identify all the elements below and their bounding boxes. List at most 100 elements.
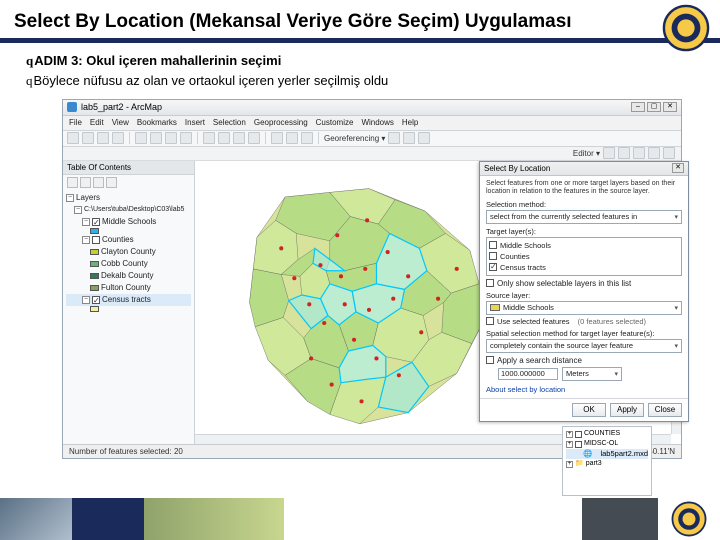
chevron-down-icon: ▾ xyxy=(674,304,678,312)
only-selectable-checkbox[interactable] xyxy=(486,279,494,287)
tool-button[interactable] xyxy=(112,132,124,144)
apply-button[interactable]: Apply xyxy=(610,403,644,417)
layer-counties[interactable]: Counties xyxy=(102,234,134,246)
menu-geoprocessing[interactable]: Geoprocessing xyxy=(254,118,308,127)
tool-button[interactable] xyxy=(180,132,192,144)
tool-button[interactable] xyxy=(248,132,260,144)
tool-button[interactable] xyxy=(663,147,675,159)
tool-button[interactable] xyxy=(271,132,283,144)
close-dialog-button[interactable]: Close xyxy=(648,403,682,417)
search-distance-unit-dropdown[interactable]: Meters▾ xyxy=(562,367,622,381)
editor-dropdown[interactable]: Editor ▾ xyxy=(573,149,600,158)
tool-button[interactable] xyxy=(418,132,430,144)
dialog-description: Select features from one or more target … xyxy=(486,180,682,196)
target-item[interactable]: Counties xyxy=(500,252,530,261)
symbol-swatch[interactable] xyxy=(90,249,99,255)
spatial-method-dropdown[interactable]: completely contain the source layer feat… xyxy=(486,339,682,353)
tool-button[interactable] xyxy=(603,147,615,159)
tool-button[interactable] xyxy=(233,132,245,144)
app-title: lab5_part2 - ArcMap xyxy=(81,102,162,112)
chevron-down-icon: ▾ xyxy=(674,213,678,221)
tool-button[interactable] xyxy=(150,132,162,144)
tool-button[interactable] xyxy=(286,132,298,144)
catalog-item[interactable]: MIDSC-OL xyxy=(584,439,618,449)
help-link[interactable]: About select by location xyxy=(486,385,565,394)
selection-method-label: Selection method: xyxy=(486,200,682,209)
tool-button[interactable] xyxy=(648,147,660,159)
globe-icon: 🌐 xyxy=(583,449,592,459)
catalog-item[interactable]: COUNTIES xyxy=(584,429,620,439)
search-distance-input[interactable]: 1000.000000 xyxy=(498,368,558,380)
expander-icon[interactable]: − xyxy=(74,206,82,214)
dialog-titlebar[interactable]: Select By Location ✕ xyxy=(480,162,688,176)
tool-button[interactable] xyxy=(618,147,630,159)
tool-button[interactable] xyxy=(633,147,645,159)
layer-checkbox[interactable] xyxy=(92,218,100,226)
toc-view-icon[interactable] xyxy=(106,177,117,188)
toc-layers-root[interactable]: Layers xyxy=(76,192,100,204)
catalog-checkbox[interactable] xyxy=(575,431,582,438)
tool-button[interactable] xyxy=(218,132,230,144)
chevron-down-icon: ▾ xyxy=(674,342,678,350)
use-selected-checkbox[interactable] xyxy=(486,317,494,325)
tool-button[interactable] xyxy=(67,132,79,144)
tool-button[interactable] xyxy=(203,132,215,144)
layer-checkbox[interactable] xyxy=(92,236,100,244)
target-item[interactable]: Census tracts xyxy=(500,263,546,272)
target-checkbox[interactable] xyxy=(489,263,497,271)
menu-insert[interactable]: Insert xyxy=(185,118,205,127)
symbol-swatch[interactable] xyxy=(90,261,99,267)
expander-icon[interactable]: − xyxy=(82,218,90,226)
footer-logo xyxy=(658,498,720,540)
tool-button[interactable] xyxy=(403,132,415,144)
expander-icon[interactable]: − xyxy=(82,236,90,244)
toc-dataset[interactable]: C:\Users\tuba\Desktop\C03\lab5 xyxy=(84,204,184,216)
expander-icon[interactable]: − xyxy=(66,194,74,202)
layer-checkbox[interactable] xyxy=(92,296,100,304)
search-distance-checkbox[interactable] xyxy=(486,356,494,364)
tool-button[interactable] xyxy=(388,132,400,144)
maximize-button[interactable]: ▢ xyxy=(647,102,661,112)
target-checkbox[interactable] xyxy=(489,252,497,260)
close-button[interactable]: ✕ xyxy=(663,102,677,112)
target-checkbox[interactable] xyxy=(489,241,497,249)
catalog-checkbox[interactable] xyxy=(575,441,582,448)
source-layer-dropdown[interactable]: Middle Schools▾ xyxy=(486,301,682,315)
menu-bookmarks[interactable]: Bookmarks xyxy=(137,118,177,127)
toolbar-separator xyxy=(129,132,130,144)
selection-method-dropdown[interactable]: select from the currently selected featu… xyxy=(486,210,682,224)
minimize-button[interactable]: – xyxy=(631,102,645,112)
tool-button[interactable] xyxy=(82,132,94,144)
tool-button[interactable] xyxy=(97,132,109,144)
catalog-item[interactable]: part3 xyxy=(586,459,602,469)
menu-selection[interactable]: Selection xyxy=(213,118,246,127)
tool-button[interactable] xyxy=(165,132,177,144)
dialog-close-button[interactable]: ✕ xyxy=(672,163,684,173)
expander-icon[interactable]: − xyxy=(82,296,90,304)
layer-middle-schools[interactable]: Middle Schools xyxy=(102,216,156,228)
target-item[interactable]: Middle Schools xyxy=(500,241,551,250)
toc-view-icon[interactable] xyxy=(67,177,78,188)
catalog-item[interactable]: lab5part2.mxd xyxy=(600,449,648,459)
title-underline xyxy=(0,38,720,43)
tool-button[interactable] xyxy=(301,132,313,144)
chevron-down-icon: ▾ xyxy=(614,370,618,378)
footer-block xyxy=(72,498,144,540)
menu-file[interactable]: File xyxy=(69,118,82,127)
menu-help[interactable]: Help xyxy=(402,118,418,127)
ok-button[interactable]: OK xyxy=(572,403,606,417)
expander-icon[interactable]: + xyxy=(566,441,573,448)
expander-icon[interactable]: + xyxy=(566,431,573,438)
expander-icon[interactable]: + xyxy=(566,461,573,468)
menu-view[interactable]: View xyxy=(112,118,129,127)
toc-view-icon[interactable] xyxy=(93,177,104,188)
symbol-swatch[interactable] xyxy=(90,273,99,279)
menu-customize[interactable]: Customize xyxy=(316,118,354,127)
tool-button[interactable] xyxy=(135,132,147,144)
symbol-swatch[interactable] xyxy=(90,285,99,291)
toc-view-icon[interactable] xyxy=(80,177,91,188)
layer-census-tracts[interactable]: Census tracts xyxy=(102,294,151,306)
menu-windows[interactable]: Windows xyxy=(361,118,393,127)
menu-edit[interactable]: Edit xyxy=(90,118,104,127)
georeferencing-dropdown[interactable]: Georeferencing ▾ xyxy=(324,134,385,143)
